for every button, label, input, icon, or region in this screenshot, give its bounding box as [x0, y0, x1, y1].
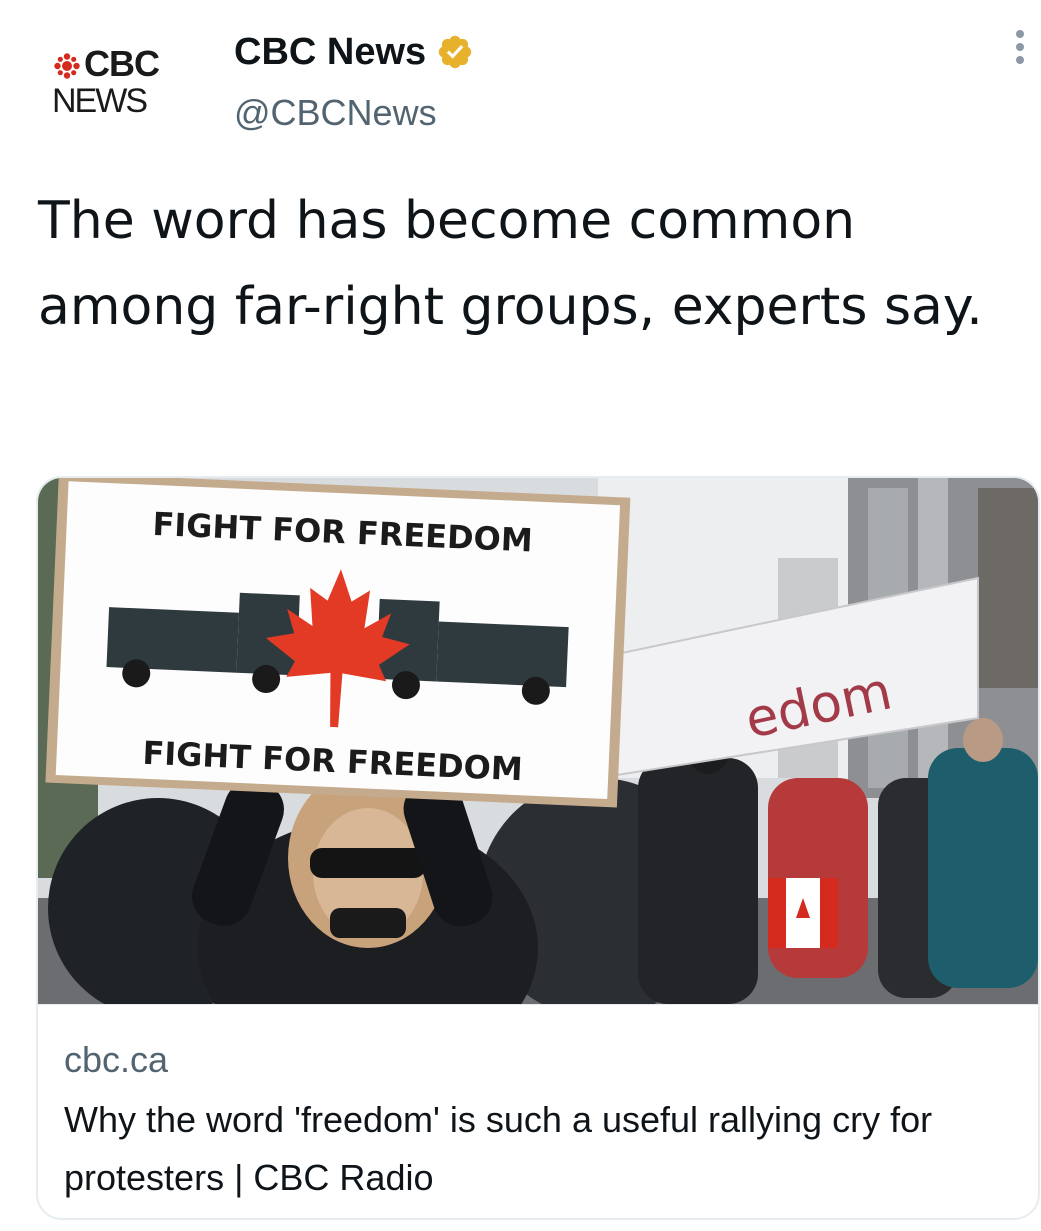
display-name[interactable]: CBC News: [234, 31, 426, 74]
logo-cbc-text: CBC: [84, 43, 160, 84]
card-footer[interactable]: cbc.ca Why the word 'freedom' is such a …: [38, 1004, 1038, 1218]
logo-news-text: NEWS: [52, 82, 148, 120]
tweet[interactable]: CBC NEWS CBC News @CBCNews The word has …: [0, 0, 1041, 1231]
verified-badge-icon: [438, 35, 472, 69]
author-handle[interactable]: @CBCNews: [234, 92, 437, 134]
card-title[interactable]: Why the word 'freedom' is such a useful …: [64, 1091, 1024, 1207]
more-vertical-icon[interactable]: [1008, 30, 1032, 74]
protest-photo: edom FIGHT FOR FREEDOM FIGHT FOR FREEDOM: [38, 478, 1038, 1004]
avatar[interactable]: CBC NEWS: [46, 40, 186, 130]
cbc-gem-icon: [54, 53, 80, 79]
link-card[interactable]: edom FIGHT FOR FREEDOM FIGHT FOR FREEDOM: [36, 476, 1040, 1220]
card-domain: cbc.ca: [64, 1039, 169, 1080]
tweet-text: The word has become common among far-rig…: [38, 191, 983, 337]
card-image[interactable]: edom FIGHT FOR FREEDOM FIGHT FOR FREEDOM: [38, 478, 1038, 1004]
author-name-row[interactable]: CBC News: [234, 28, 474, 76]
